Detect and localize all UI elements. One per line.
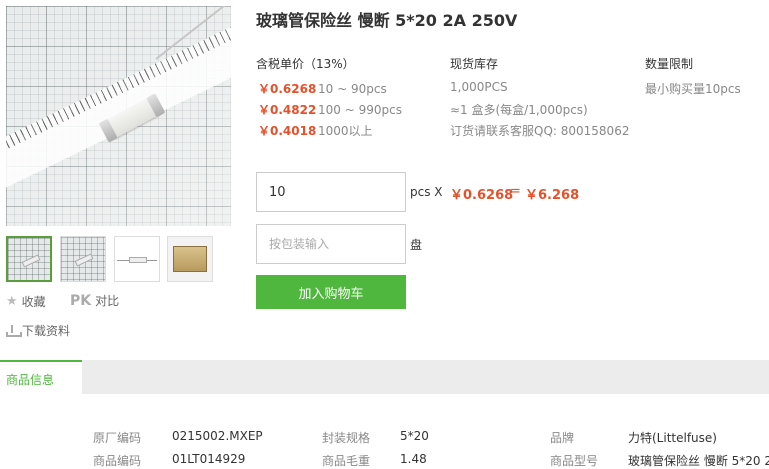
unit-price: ￥0.6268 [450, 188, 514, 203]
spec-value: 力特(Littelfuse) [628, 431, 717, 445]
thumbnail-2[interactable] [60, 236, 106, 282]
price-tier: ￥0.6268 10 ~ 90pcs [258, 82, 387, 96]
spec-key: 商品毛重 [322, 454, 371, 468]
download-label: 下载资料 [22, 324, 71, 338]
spec-value: 5*20 [400, 429, 429, 443]
limit-header: 数量限制 [645, 57, 694, 71]
star-icon: ★ [6, 294, 18, 309]
stock-contact: 订货请联系客服QQ: 800158062 [450, 124, 630, 138]
spec-key: 品牌 [550, 431, 575, 445]
spec-key: 原厂编码 [93, 431, 142, 445]
price-header: 含税单价（13%） [256, 57, 355, 71]
tab-product-info[interactable]: 商品信息 [0, 360, 82, 394]
spec-value: 玻璃管保险丝 慢断 5*20 2... [628, 454, 769, 468]
stock-header: 现货库存 [450, 57, 499, 71]
spec-value: 0215002.MXEP [172, 429, 263, 443]
thumbnail-1[interactable] [6, 236, 52, 282]
price-tier: ￥0.4018 1000以上 [258, 124, 373, 138]
stock-boxes: ≈1 盒多(每盒/1,000pcs) [450, 103, 588, 117]
total-price: ￥6.268 [525, 188, 580, 203]
spec-value: 1.48 [400, 452, 427, 466]
spec-value: 01LT014929 [172, 452, 246, 466]
download-action[interactable]: 下载资料 [6, 322, 70, 339]
favorite-label: 收藏 [21, 295, 46, 309]
min-purchase: 最小购买量10pcs [645, 82, 741, 96]
thumbnail-4[interactable] [167, 236, 213, 282]
favorite-action[interactable]: ★ 收藏 [6, 293, 46, 310]
add-to-cart-button[interactable]: 加入购物车 [256, 275, 406, 309]
spec-key: 商品编码 [93, 454, 142, 468]
package-unit: 盘 [410, 238, 423, 252]
download-icon [6, 324, 22, 337]
spec-key: 封装规格 [322, 431, 371, 445]
quantity-input[interactable] [256, 172, 406, 212]
product-title: 玻璃管保险丝 慢断 5*20 2A 250V [256, 11, 518, 30]
thumbnail-3[interactable] [114, 236, 160, 282]
pcs-multiplier: pcs X [410, 185, 443, 199]
pk-icon: PK [70, 292, 92, 309]
equals-sign: = [510, 184, 521, 199]
info-tab-bar [0, 360, 769, 394]
spec-key: 商品型号 [550, 454, 599, 468]
stock-qty: 1,000PCS [450, 80, 508, 94]
compare-action[interactable]: PK 对比 [70, 292, 119, 309]
price-tier: ￥0.4822 100 ~ 990pcs [258, 103, 402, 117]
package-input[interactable] [256, 224, 406, 264]
product-main-image [6, 6, 231, 226]
compare-label: 对比 [95, 294, 120, 308]
